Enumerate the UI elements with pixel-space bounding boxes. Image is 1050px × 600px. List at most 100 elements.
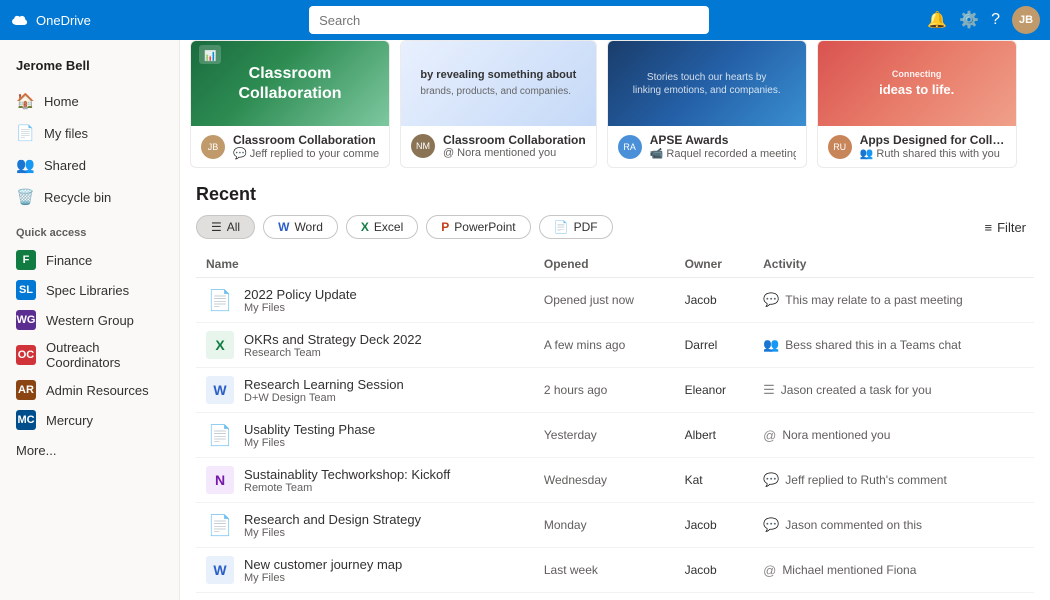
file-icon-wrap: X: [206, 331, 234, 359]
search-input[interactable]: [309, 6, 709, 34]
activity-text: Bess shared this in a Teams chat: [785, 338, 961, 352]
file-name: 2022 Policy Update: [244, 287, 357, 302]
filter-btn-excel[interactable]: X Excel: [346, 215, 418, 239]
activity-text: Jason commented on this: [785, 518, 922, 532]
recent-title: Recent: [196, 184, 1034, 205]
card-0-thumb-text: ClassroomCollaboration: [238, 64, 341, 102]
file-owner: Jacob: [675, 548, 753, 593]
file-name-cell: N Sustainablity Techworkshop: Kickoff Re…: [206, 466, 524, 494]
card-2-title: APSE Awards: [650, 133, 796, 147]
featured-card-2[interactable]: Stories touch our hearts bylinking emoti…: [607, 40, 807, 168]
sidebar-item-mercury[interactable]: MC Mercury: [0, 405, 179, 435]
question-icon[interactable]: ?: [991, 11, 1000, 29]
sidebar-item-finance[interactable]: F Finance: [0, 245, 179, 275]
file-name-group: Usablity Testing Phase My Files: [244, 422, 375, 449]
home-icon: 🏠: [16, 92, 34, 110]
filter-right[interactable]: ≡ Filter: [977, 216, 1034, 239]
file-owner: Kat: [675, 458, 753, 503]
filter-pdf-label: PDF: [574, 220, 598, 234]
sidebar-item-shared[interactable]: 👥 Shared: [0, 149, 179, 181]
table-row[interactable]: 📄 2022 Policy Update My Files Two weeks …: [196, 593, 1034, 600]
activity-text: Nora mentioned you: [782, 428, 890, 442]
sidebar-item-spec-libraries[interactable]: SL Spec Libraries: [0, 275, 179, 305]
file-opened: Two weeks ago: [534, 593, 675, 600]
sidebar-more[interactable]: More...: [0, 435, 179, 466]
filter-bar: ☰ All W Word X Excel P PowerPoint 📄 P: [196, 215, 1034, 239]
card-0-bottom: JB Classroom Collaboration 💬 Jeff replie…: [191, 126, 389, 167]
file-location: My Files: [244, 437, 375, 449]
file-opened: Wednesday: [534, 458, 675, 503]
user-avatar[interactable]: JB: [1012, 6, 1040, 34]
table-row[interactable]: W Research Learning Session D+W Design T…: [196, 368, 1034, 413]
qa-label-mercury: Mercury: [46, 413, 93, 428]
file-name-group: OKRs and Strategy Deck 2022 Research Tea…: [244, 332, 422, 359]
excel-icon: X: [361, 220, 369, 234]
qa-label-finance: Finance: [46, 253, 92, 268]
qa-label-admin-resources: Admin Resources: [46, 383, 149, 398]
file-opened: Monday: [534, 503, 675, 548]
sidebar-item-admin-resources[interactable]: AR Admin Resources: [0, 375, 179, 405]
filter-label: Filter: [997, 220, 1026, 235]
table-row[interactable]: W New customer journey map My Files Last…: [196, 548, 1034, 593]
admin-resources-icon: AR: [16, 380, 36, 400]
outreach-coordinators-icon: OC: [16, 345, 36, 365]
card-0-avatar: JB: [201, 135, 225, 159]
filter-btn-word[interactable]: W Word: [263, 215, 338, 239]
card-thumb-1: by revealing something aboutbrands, prod…: [401, 41, 596, 126]
card-2-bottom: RA APSE Awards 📹 Raquel recorded a meeti…: [608, 126, 806, 167]
col-name: Name: [196, 251, 534, 278]
card-2-info: APSE Awards 📹 Raquel recorded a meeting: [650, 133, 796, 160]
activity-text: This may relate to a past meeting: [785, 293, 962, 307]
card-1-thumb-text: by revealing something aboutbrands, prod…: [420, 68, 576, 99]
sidebar-label-myfiles: My files: [44, 126, 88, 141]
sidebar-label-shared: Shared: [44, 158, 86, 173]
file-name-cell: 📄 Research and Design Strategy My Files: [206, 511, 524, 539]
finance-icon: F: [16, 250, 36, 270]
activity-text: Michael mentioned Fiona: [782, 563, 916, 577]
settings-icon[interactable]: ⚙️: [959, 10, 979, 30]
filter-all-icon: ☰: [211, 220, 222, 234]
table-row[interactable]: X OKRs and Strategy Deck 2022 Research T…: [196, 323, 1034, 368]
card-1-avatar: NM: [411, 134, 435, 158]
featured-card-3[interactable]: Connecting ideas to life. RU Apps Design…: [817, 40, 1017, 168]
file-name-group: Research Learning Session D+W Design Tea…: [244, 377, 404, 404]
file-opened: A few mins ago: [534, 323, 675, 368]
filter-btn-pdf[interactable]: 📄 PDF: [539, 215, 613, 239]
activity-icon: @: [763, 428, 776, 443]
western-group-icon: WG: [16, 310, 36, 330]
sidebar-item-outreach-coordinators[interactable]: OC Outreach Coordinators: [0, 335, 179, 375]
sidebar-item-recycle[interactable]: 🗑️ Recycle bin: [0, 181, 179, 213]
filter-btn-powerpoint[interactable]: P PowerPoint: [426, 215, 530, 239]
card-1-title: Classroom Collaboration: [443, 133, 586, 147]
table-row[interactable]: N Sustainablity Techworkshop: Kickoff Re…: [196, 458, 1034, 503]
filter-lines-icon: ≡: [985, 220, 993, 235]
file-location: My Files: [244, 572, 402, 584]
file-icon-wrap: W: [206, 376, 234, 404]
file-name-cell: 📄 Usablity Testing Phase My Files: [206, 421, 524, 449]
sidebar-item-western-group[interactable]: WG Western Group: [0, 305, 179, 335]
table-row[interactable]: 📄 2022 Policy Update My Files Opened jus…: [196, 278, 1034, 323]
featured-card-1[interactable]: by revealing something aboutbrands, prod…: [400, 40, 597, 168]
table-row[interactable]: 📄 Research and Design Strategy My Files …: [196, 503, 1034, 548]
file-type-icon: 📄: [208, 288, 233, 313]
card-1-info: Classroom Collaboration @ Nora mentioned…: [443, 133, 586, 159]
featured-card-0[interactable]: 📊 ClassroomCollaboration JB Classroom Co…: [190, 40, 390, 168]
col-opened: Opened: [534, 251, 675, 278]
ppt-icon: P: [441, 220, 449, 234]
shared-icon: 👥: [16, 156, 34, 174]
card-1-bottom: NM Classroom Collaboration @ Nora mentio…: [401, 126, 596, 166]
featured-row: 📊 ClassroomCollaboration JB Classroom Co…: [180, 40, 1050, 180]
file-location: D+W Design Team: [244, 392, 404, 404]
sidebar-item-home[interactable]: 🏠 Home: [0, 85, 179, 117]
sidebar-item-myfiles[interactable]: 📄 My files: [0, 117, 179, 149]
card-2-subtitle: 📹 Raquel recorded a meeting: [650, 147, 796, 160]
card-3-title: Apps Designed for Collab...: [860, 133, 1006, 147]
sidebar: Jerome Bell 🏠 Home 📄 My files 👥 Shared 🗑…: [0, 40, 180, 600]
card-0-subtitle: 💬 Jeff replied to your comment: [233, 147, 379, 160]
filter-btn-all[interactable]: ☰ All: [196, 215, 255, 239]
topbar-icons: 🔔 ⚙️ ? JB: [927, 6, 1040, 34]
table-row[interactable]: 📄 Usablity Testing Phase My Files Yester…: [196, 413, 1034, 458]
bell-icon[interactable]: 🔔: [927, 10, 947, 30]
file-type-icon: N: [206, 466, 234, 494]
file-opened: 2 hours ago: [534, 368, 675, 413]
